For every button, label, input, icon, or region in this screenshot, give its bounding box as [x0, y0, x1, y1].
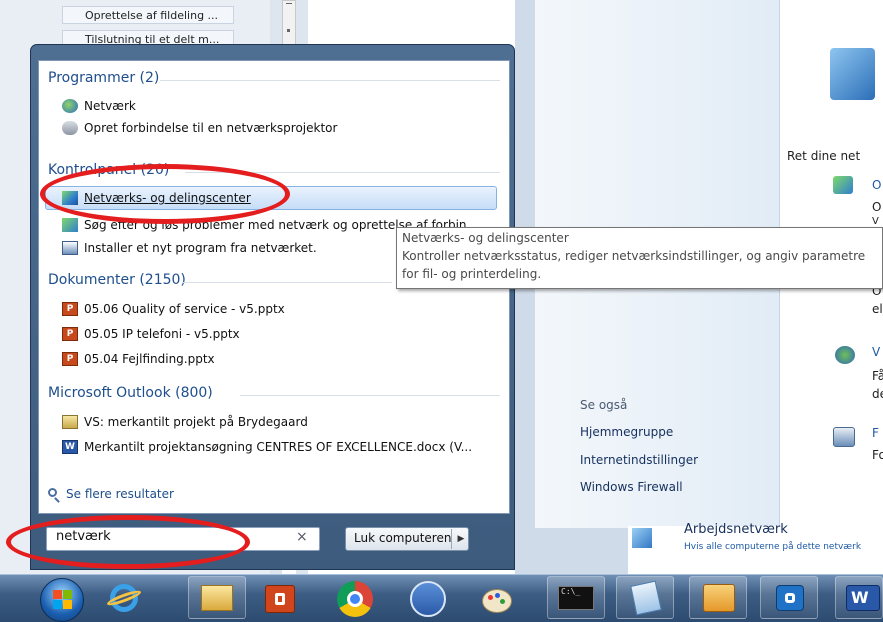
control-panel-header: Ret dine net [787, 149, 861, 163]
homegroup-icon [835, 346, 855, 364]
shutdown-label: Luk computeren [354, 531, 452, 545]
network-center-icon [830, 48, 875, 100]
word-icon: W [846, 585, 880, 611]
outlook-icon [703, 584, 735, 612]
projector-icon [62, 121, 78, 135]
taskbar-button-cmd[interactable]: C:\_ [547, 576, 605, 619]
shutdown-options-arrow-icon[interactable]: ▶ [451, 529, 470, 549]
email-icon [62, 415, 78, 429]
command-prompt-icon: C:\_ [558, 586, 594, 610]
clear-search-icon[interactable]: × [296, 529, 308, 545]
see-more-results-link[interactable]: Se flere resultater [66, 487, 174, 501]
see-also-link-firewall[interactable]: Windows Firewall [580, 480, 683, 494]
result-label: Opret forbindelse til en netværksprojekt… [84, 121, 338, 135]
powerpoint-file-icon: P [62, 352, 78, 366]
scroll-minus-icon [286, 3, 292, 10]
result-label: Installer et nyt program fra netværket. [84, 241, 317, 255]
powerpoint-file-icon: P [62, 327, 78, 341]
word-file-icon: W [62, 440, 78, 454]
internet-explorer-icon[interactable] [104, 580, 144, 618]
start-orb-icon[interactable] [40, 578, 84, 622]
scrollbar[interactable] [282, 0, 296, 48]
result-label: Merkantilt projektansøgning CENTRES OF E… [84, 440, 473, 454]
taskbar-button-outlook[interactable] [689, 576, 747, 619]
powerpoint-file-icon: P [62, 302, 78, 316]
task-desc: V [872, 216, 879, 227]
taskbar-button-explorer[interactable] [188, 576, 246, 619]
notepad-icon [630, 580, 662, 616]
result-label: 05.05 IP telefoni - v5.pptx [84, 327, 240, 341]
group-heading-outlook[interactable]: Microsoft Outlook (800) [48, 385, 213, 401]
group-divider [160, 80, 500, 81]
paint-icon[interactable] [480, 583, 514, 615]
task-desc: de [872, 387, 883, 401]
network-icon [62, 99, 78, 113]
network-location-title[interactable]: Arbejdsnetværk [684, 522, 788, 537]
task-desc: Fo [872, 448, 883, 462]
result-label: VS: merkantilt projekt på Brydegaard [84, 415, 308, 429]
task-desc: Få [872, 369, 883, 383]
see-also-link-homegroup[interactable]: Hjemmegruppe [580, 425, 673, 439]
result-label: Netværk [84, 99, 136, 113]
network-location-desc: Hvis alle computerne på dette netværk [684, 542, 862, 552]
annotation-ellipse [40, 164, 290, 224]
group-heading-documents[interactable]: Dokumenter (2150) [48, 272, 186, 288]
task-link[interactable]: F [872, 426, 879, 440]
magnifier-icon [48, 488, 62, 503]
tree-item-label: Oprettelse af fildeling ... [85, 9, 219, 22]
result-label: 05.06 Quality of service - v5.pptx [84, 302, 285, 316]
background-tree-item[interactable]: Oprettelse af fildeling ... [62, 6, 234, 24]
result-label: 05.04 Fejlfinding.pptx [84, 352, 215, 366]
annotation-ellipse [6, 515, 250, 569]
outlook-express-icon [776, 585, 804, 611]
task-desc: el [872, 302, 883, 316]
see-also-heading: Se også [580, 398, 628, 412]
taskbar-button-word[interactable]: W [835, 576, 883, 619]
task-desc: O [872, 200, 882, 214]
tooltip-line: Kontroller netværksstatus, rediger netvæ… [402, 249, 866, 263]
skype-icon[interactable] [410, 581, 446, 617]
work-network-icon [632, 528, 652, 548]
network-setup-icon [833, 176, 853, 194]
scroll-grip-icon [287, 29, 290, 32]
tooltip-title: Netværks- og delingscenter [402, 231, 569, 245]
group-divider [182, 282, 392, 283]
group-divider [240, 395, 500, 396]
task-link[interactable]: O [872, 178, 881, 192]
powerpoint-icon[interactable] [265, 585, 295, 613]
group-heading-programs[interactable]: Programmer (2) [48, 70, 159, 86]
see-also-link-internet-options[interactable]: Internetindstillinger [580, 453, 698, 467]
install-program-icon [62, 241, 78, 255]
chrome-icon[interactable] [337, 581, 373, 617]
taskbar-button-outlook-express[interactable] [760, 576, 818, 619]
network-troubleshoot-icon [62, 218, 78, 232]
file-explorer-icon [201, 585, 233, 611]
troubleshoot-icon [833, 427, 855, 447]
taskbar-button-notepad[interactable] [616, 576, 674, 619]
task-link[interactable]: V [872, 345, 880, 359]
tooltip-line: for fil- og printerdeling. [402, 267, 542, 281]
